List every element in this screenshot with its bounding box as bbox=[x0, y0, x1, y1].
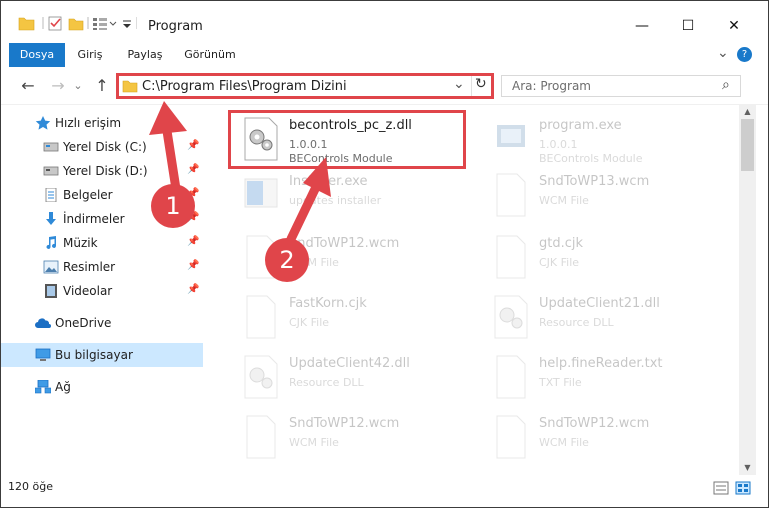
navigation-pane: Hızlı erişim Yerel Disk (C:) 📌 Yerel Dis… bbox=[1, 105, 203, 475]
file-icon bbox=[246, 415, 276, 459]
sidebar-item-pictures[interactable]: Resimler 📌 bbox=[1, 255, 203, 279]
explorer-window: Program — ☐ ✕ Dosya Giriş Paylaş Görünüm… bbox=[0, 0, 769, 508]
tab-file[interactable]: Dosya bbox=[9, 43, 65, 67]
drive-icon bbox=[43, 142, 59, 152]
file-icon bbox=[496, 235, 526, 279]
installer-icon bbox=[244, 178, 278, 208]
expand-ribbon-chevron-icon[interactable]: ⌄ bbox=[717, 45, 729, 61]
file-item-dll[interactable]: UpdateClient21.dll Resource DLL bbox=[479, 289, 719, 345]
file-item-cjk[interactable]: gtd.cjk CJK File bbox=[479, 229, 719, 285]
large-icons-view-icon[interactable] bbox=[735, 481, 751, 495]
tab-share[interactable]: Paylaş bbox=[119, 43, 171, 67]
exe-icon bbox=[497, 125, 525, 147]
close-button[interactable]: ✕ bbox=[711, 11, 757, 41]
sidebar-item-local-disk-d[interactable]: Yerel Disk (D:) 📌 bbox=[1, 159, 203, 183]
star-icon bbox=[35, 116, 51, 130]
scrollbar-thumb[interactable] bbox=[741, 119, 754, 171]
sidebar-item-videos[interactable]: Videolar 📌 bbox=[1, 279, 203, 303]
maximize-icon: ☐ bbox=[681, 18, 695, 34]
computer-icon bbox=[35, 348, 51, 361]
pin-icon[interactable]: 📌 bbox=[187, 260, 199, 271]
help-icon[interactable]: ? bbox=[737, 47, 752, 62]
file-item-installer-exe[interactable]: Installer.exe updates installer bbox=[229, 167, 469, 223]
download-icon bbox=[46, 212, 56, 225]
search-box[interactable]: Ara: Program ⌕ bbox=[501, 75, 741, 97]
dll-icon bbox=[494, 295, 528, 339]
up-button[interactable]: ↑ bbox=[91, 75, 113, 97]
navigation-bar: ← → ⌄ ↑ C:\Program Files\Program Dizini … bbox=[1, 67, 768, 105]
tab-view[interactable]: Görünüm bbox=[179, 43, 241, 67]
file-item-wcm[interactable]: SndToWP13.wcm WCM File bbox=[479, 167, 719, 223]
sidebar-item-music[interactable]: Müzik 📌 bbox=[1, 231, 203, 255]
file-item-program-exe[interactable]: program.exe 1.0.0.1 BEControls Module bbox=[479, 111, 719, 167]
pin-icon[interactable]: 📌 bbox=[187, 236, 199, 247]
window-title: Program bbox=[148, 19, 203, 34]
search-input[interactable]: Ara: Program bbox=[512, 79, 591, 93]
customize-toolbar-icon[interactable] bbox=[123, 20, 131, 28]
pin-icon[interactable]: 📌 bbox=[187, 164, 199, 175]
sidebar-item-this-pc[interactable]: Bu bilgisayar bbox=[1, 343, 203, 367]
properties-icon[interactable] bbox=[48, 16, 62, 31]
network-icon bbox=[35, 380, 51, 394]
file-item-txt[interactable]: help.fineReader.txt TXT File bbox=[479, 349, 719, 405]
status-bar: 120 öğe bbox=[1, 475, 768, 507]
ribbon-tabs: Dosya Giriş Paylaş Görünüm ⌄ ? bbox=[1, 43, 768, 67]
file-item-wcm[interactable]: SndToWP12.wcm WCM File bbox=[229, 409, 469, 465]
pin-icon[interactable]: 📌 bbox=[187, 140, 199, 151]
forward-button[interactable]: → bbox=[47, 75, 69, 97]
file-highlight-box bbox=[228, 110, 466, 169]
address-bar[interactable]: C:\Program Files\Program Dizini ⌄ ↻ bbox=[116, 73, 494, 99]
scroll-up-arrow-icon[interactable]: ▲ bbox=[739, 105, 756, 119]
sidebar-item-onedrive[interactable]: OneDrive bbox=[1, 311, 203, 335]
cloud-icon bbox=[35, 318, 51, 328]
sidebar-item-network[interactable]: Ağ bbox=[1, 375, 203, 399]
details-view-icon[interactable] bbox=[713, 481, 729, 495]
file-icon bbox=[496, 415, 526, 459]
file-item-wcm[interactable]: SndToWP12.wcm WCM File bbox=[479, 409, 719, 465]
back-button[interactable]: ← bbox=[17, 75, 39, 97]
folder-icon[interactable] bbox=[18, 17, 35, 31]
file-item-cjk[interactable]: FastKorn.cjk CJK File bbox=[229, 289, 469, 345]
annotation-badge-1: 1 bbox=[151, 184, 195, 228]
music-icon bbox=[46, 236, 56, 249]
file-icon bbox=[246, 295, 276, 339]
new-folder-icon[interactable] bbox=[68, 18, 84, 31]
minimize-button[interactable]: — bbox=[619, 11, 665, 41]
scroll-down-arrow-icon[interactable]: ▼ bbox=[739, 461, 756, 475]
pin-icon[interactable]: 📌 bbox=[187, 284, 199, 295]
maximize-button[interactable]: ☐ bbox=[665, 11, 711, 41]
view-options-icon[interactable] bbox=[93, 18, 117, 30]
annotation-badge-2: 2 bbox=[265, 238, 309, 282]
documents-icon bbox=[45, 188, 57, 202]
refresh-icon[interactable]: ↻ bbox=[475, 76, 487, 92]
recent-locations-chevron-icon[interactable]: ⌄ bbox=[71, 75, 85, 97]
close-icon: ✕ bbox=[728, 18, 740, 34]
search-icon[interactable]: ⌕ bbox=[722, 77, 730, 93]
address-dropdown-chevron-icon[interactable]: ⌄ bbox=[453, 76, 465, 92]
address-path: C:\Program Files\Program Dizini bbox=[142, 79, 347, 94]
folder-icon bbox=[122, 80, 138, 93]
pictures-icon bbox=[43, 260, 59, 274]
drive-icon bbox=[43, 166, 59, 176]
sidebar-item-local-disk-c[interactable]: Yerel Disk (C:) 📌 bbox=[1, 135, 203, 159]
file-item-dll[interactable]: UpdateClient42.dll Resource DLL bbox=[229, 349, 469, 405]
item-count: 120 öğe bbox=[8, 480, 53, 493]
dll-icon bbox=[244, 355, 278, 399]
file-icon bbox=[496, 173, 526, 217]
file-icon bbox=[496, 355, 526, 399]
video-icon bbox=[45, 284, 57, 298]
sidebar-item-quick-access[interactable]: Hızlı erişim bbox=[1, 111, 203, 135]
minimize-icon: — bbox=[635, 18, 649, 34]
title-bar: Program — ☐ ✕ bbox=[1, 1, 768, 43]
tab-home[interactable]: Giriş bbox=[67, 43, 113, 67]
quick-access-toolbar bbox=[18, 16, 137, 31]
